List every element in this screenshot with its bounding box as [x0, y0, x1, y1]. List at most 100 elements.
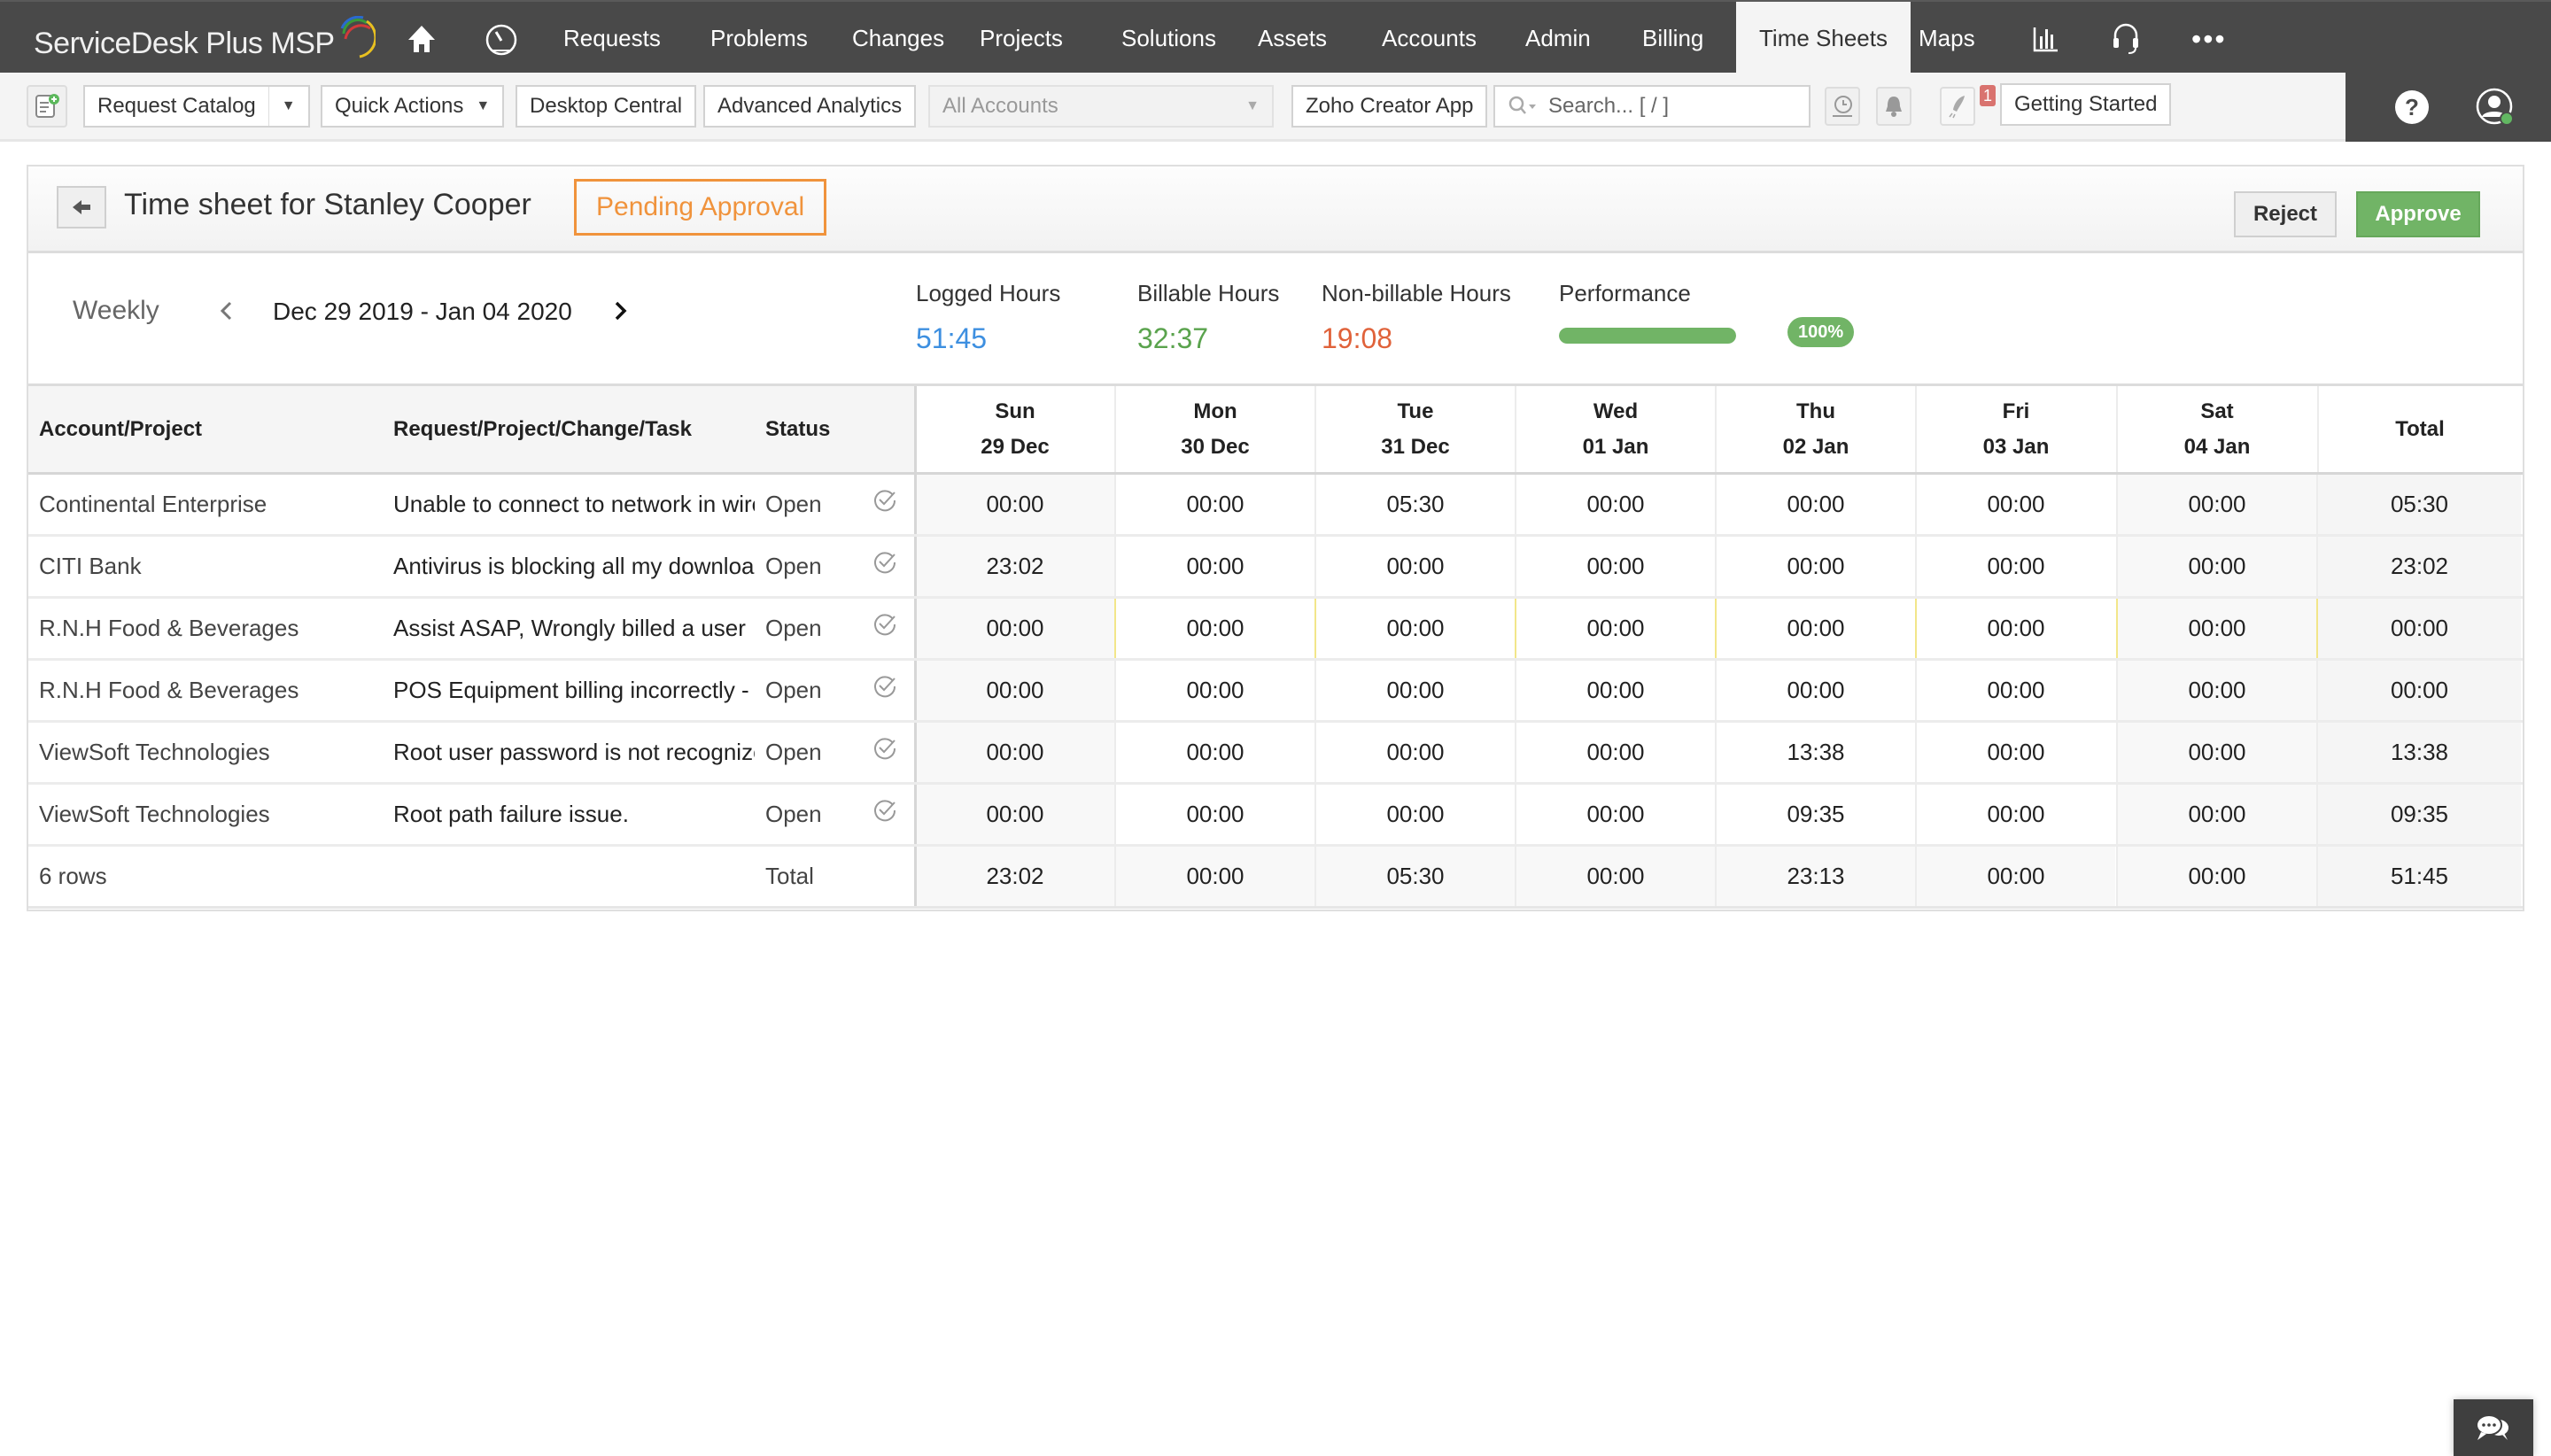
- reject-button[interactable]: Reject: [2234, 191, 2337, 237]
- request-cell[interactable]: Root user password is not recognized: [393, 723, 755, 782]
- hours-cell[interactable]: 00:00: [914, 661, 1114, 720]
- hours-cell[interactable]: 00:00: [914, 785, 1114, 844]
- hours-cell[interactable]: 00:00: [1114, 661, 1314, 720]
- hours-cell[interactable]: 00:00: [1515, 661, 1715, 720]
- request-cell[interactable]: Antivirus is blocking all my downloads: [393, 537, 755, 596]
- dashboard-icon[interactable]: [484, 21, 519, 57]
- check-circle-icon[interactable]: [872, 487, 898, 514]
- rocket-icon[interactable]: [1940, 87, 1975, 126]
- table-row: ViewSoft Technologies Root path failure i…: [28, 785, 2523, 847]
- hours-cell[interactable]: 00:00: [1715, 599, 1915, 658]
- check-circle-icon[interactable]: [872, 673, 898, 700]
- logo-arc-icon: [340, 16, 376, 58]
- request-catalog-button[interactable]: Request Catalog ▼: [83, 85, 310, 128]
- hours-cell[interactable]: 00:00: [1515, 537, 1715, 596]
- period-type[interactable]: Weekly: [73, 296, 159, 326]
- nav-item-changes[interactable]: Changes: [840, 2, 957, 74]
- nav-item-assets[interactable]: Assets: [1245, 2, 1339, 74]
- hours-cell[interactable]: 23:02: [914, 537, 1114, 596]
- request-cell[interactable]: Root path failure issue.: [393, 785, 755, 844]
- hours-cell[interactable]: 00:00: [914, 723, 1114, 782]
- hours-cell[interactable]: 00:00: [914, 599, 1114, 658]
- nav-item-requests[interactable]: Requests: [551, 2, 673, 74]
- hours-cell[interactable]: 00:00: [1915, 785, 2115, 844]
- check-circle-icon[interactable]: [872, 611, 898, 638]
- nav-item-solutions[interactable]: Solutions: [1109, 2, 1229, 74]
- quick-actions-button[interactable]: Quick Actions ▼: [321, 85, 505, 128]
- hours-cell[interactable]: 00:00: [1715, 661, 1915, 720]
- hours-cell[interactable]: 00:00: [1314, 661, 1515, 720]
- hours-cell[interactable]: 00:00: [1114, 599, 1314, 658]
- day-date: 04 Jan: [2183, 434, 2251, 459]
- hours-cell[interactable]: 09:35: [1715, 785, 1915, 844]
- hours-cell[interactable]: 00:00: [2116, 599, 2316, 658]
- status-cell: Open: [765, 801, 822, 827]
- hours-cell[interactable]: 00:00: [1114, 475, 1314, 534]
- hours-cell[interactable]: 00:00: [2116, 661, 2316, 720]
- getting-started-button[interactable]: Getting Started: [2000, 83, 2172, 126]
- accounts-select[interactable]: All Accounts ▼: [928, 85, 1274, 128]
- request-catalog-dropdown[interactable]: ▼: [268, 87, 308, 126]
- reports-icon[interactable]: [2028, 21, 2064, 57]
- next-week-button[interactable]: [609, 298, 632, 324]
- hours-cell[interactable]: 05:30: [1314, 475, 1515, 534]
- check-circle-icon[interactable]: [872, 735, 898, 762]
- request-cell[interactable]: Unable to connect to network in wire: [393, 475, 755, 534]
- home-icon[interactable]: [404, 21, 439, 57]
- approve-button[interactable]: Approve: [2356, 191, 2480, 237]
- hours-cell[interactable]: 00:00: [1915, 475, 2115, 534]
- nav-item-billing[interactable]: Billing: [1630, 2, 1716, 74]
- hours-cell[interactable]: 00:00: [1515, 599, 1715, 658]
- advanced-analytics-button[interactable]: Advanced Analytics: [703, 85, 917, 128]
- nav-item-admin[interactable]: Admin: [1513, 2, 1603, 74]
- check-circle-icon[interactable]: [872, 797, 898, 824]
- hours-cell[interactable]: 00:00: [1515, 475, 1715, 534]
- hours-cell[interactable]: 13:38: [1715, 723, 1915, 782]
- hours-cell[interactable]: 00:00: [1515, 785, 1715, 844]
- desktop-central-button[interactable]: Desktop Central: [516, 85, 697, 128]
- hours-cell[interactable]: 00:00: [1915, 723, 2115, 782]
- hours-cell[interactable]: 00:00: [2116, 723, 2316, 782]
- nav-item-maps[interactable]: Maps: [1906, 2, 1988, 74]
- nav-item-projects[interactable]: Projects: [967, 2, 1075, 74]
- new-request-icon[interactable]: [27, 85, 67, 128]
- hours-cell[interactable]: 00:00: [2116, 475, 2316, 534]
- hours-cell[interactable]: 00:00: [1314, 785, 1515, 844]
- zoho-creator-button[interactable]: Zoho Creator App: [1291, 85, 1488, 128]
- hours-cell[interactable]: 00:00: [1114, 537, 1314, 596]
- column-header-day: Sat 04 Jan: [2116, 386, 2316, 472]
- previous-week-button[interactable]: [214, 298, 237, 324]
- hours-cell[interactable]: 00:00: [1515, 723, 1715, 782]
- hours-cell[interactable]: 00:00: [1715, 475, 1915, 534]
- help-icon[interactable]: ?: [2395, 90, 2429, 124]
- back-button[interactable]: [57, 186, 106, 228]
- search-input[interactable]: Search... [ / ]: [1493, 85, 1811, 128]
- request-cell[interactable]: POS Equipment billing incorrectly -: [393, 661, 755, 720]
- hours-cell[interactable]: 00:00: [2116, 537, 2316, 596]
- hours-cell[interactable]: 00:00: [1314, 599, 1515, 658]
- hours-cell[interactable]: 00:00: [1715, 537, 1915, 596]
- hours-cell[interactable]: 00:00: [1915, 599, 2115, 658]
- nav-item-accounts[interactable]: Accounts: [1369, 2, 1489, 74]
- hours-cell[interactable]: 00:00: [2116, 785, 2316, 844]
- check-circle-icon[interactable]: [872, 549, 898, 576]
- user-profile-icon[interactable]: [2475, 87, 2517, 129]
- request-cell[interactable]: Assist ASAP, Wrongly billed a user: [393, 599, 755, 658]
- app-logo[interactable]: ServiceDesk Plus MSP: [34, 16, 376, 62]
- bell-icon[interactable]: [1876, 87, 1911, 126]
- headset-icon[interactable]: [2108, 21, 2144, 57]
- nav-item-problems[interactable]: Problems: [698, 2, 820, 74]
- chat-button[interactable]: [2454, 1399, 2533, 1456]
- hours-cell[interactable]: 00:00: [1114, 785, 1314, 844]
- hours-cell[interactable]: 00:00: [1114, 723, 1314, 782]
- hours-cell[interactable]: 00:00: [1915, 661, 2115, 720]
- hours-cell[interactable]: 00:00: [914, 475, 1114, 534]
- hours-cell[interactable]: 00:00: [1314, 723, 1515, 782]
- more-menu-icon[interactable]: •••: [2191, 25, 2227, 53]
- timer-icon[interactable]: [1825, 87, 1860, 126]
- table-row: ViewSoft Technologies Root user password …: [28, 723, 2523, 785]
- hours-cell[interactable]: 00:00: [1915, 537, 2115, 596]
- hours-cell[interactable]: 00:00: [1314, 537, 1515, 596]
- day-name: Wed: [1593, 399, 1639, 423]
- nav-item-time-sheets[interactable]: Time Sheets: [1736, 2, 1911, 74]
